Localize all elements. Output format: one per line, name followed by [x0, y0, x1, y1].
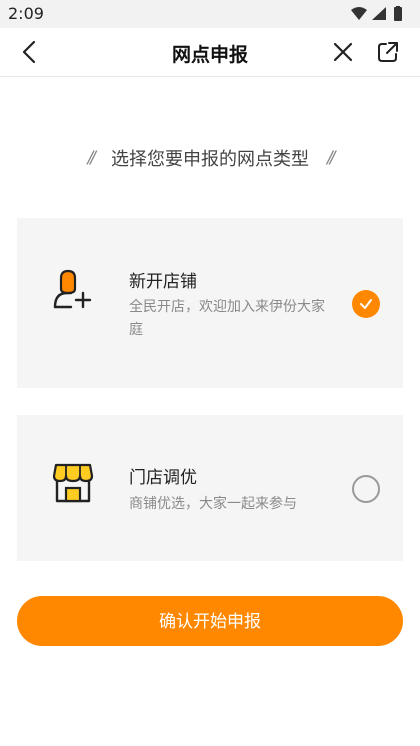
checkmark-icon	[360, 299, 372, 309]
status-time: 2:09	[8, 4, 44, 23]
section-heading-text: 选择您要申报的网点类型	[111, 149, 309, 170]
option-title: 门店调优	[129, 468, 197, 488]
close-icon[interactable]	[331, 40, 355, 64]
wifi-icon	[351, 7, 367, 20]
status-icons	[350, 6, 412, 22]
section-heading: // 选择您要申报的网点类型 //	[0, 145, 420, 171]
slash-decoration-right: //	[327, 148, 336, 168]
confirm-start-button[interactable]: 确认开始申报	[17, 596, 403, 646]
header: 网点申报	[0, 28, 420, 77]
signal-icon	[372, 7, 386, 20]
status-bar: 2:09	[0, 0, 420, 28]
page-title: 网点申报	[171, 44, 248, 66]
add-user-icon	[53, 269, 92, 309]
external-link-icon[interactable]	[376, 40, 400, 64]
option-description: 全民开店，欢迎加入来伊份大家庭	[129, 299, 325, 338]
option-description: 商铺优选，大家一起来参与	[129, 496, 297, 512]
storefront-icon	[52, 463, 94, 503]
slash-decoration-left: //	[87, 148, 97, 168]
battery-icon	[394, 7, 402, 21]
option-card-new-store[interactable]: 新开店铺 全民开店，欢迎加入来伊份大家庭	[17, 218, 403, 388]
radio-selected[interactable]	[352, 290, 380, 318]
option-card-store-optimize[interactable]: 门店调优 商铺优选，大家一起来参与	[17, 415, 403, 561]
radio-unselected[interactable]	[352, 475, 380, 503]
option-title: 新开店铺	[129, 272, 197, 292]
